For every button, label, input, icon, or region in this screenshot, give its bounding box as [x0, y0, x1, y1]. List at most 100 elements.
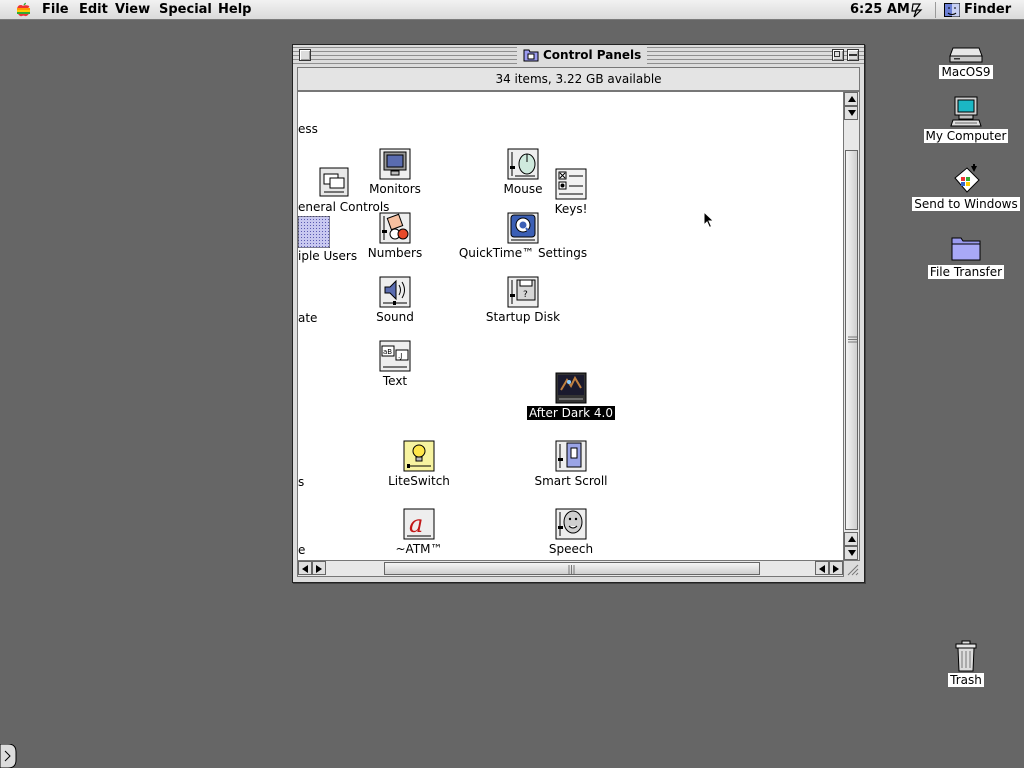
collapse-glyph: [849, 54, 857, 56]
control-panels-window: Control Panels 34 items, 3.22 GB availab…: [292, 44, 865, 583]
control-panel-numbers[interactable]: Numbers: [325, 212, 465, 260]
vertical-scrollbar[interactable]: [844, 91, 860, 561]
desktop-icon-label: MacOS9: [939, 65, 993, 79]
horizontal-scrollbar[interactable]: [297, 561, 844, 577]
atm-icon: a: [403, 508, 435, 540]
window-content-area[interactable]: ess eneral Controls iple Users ate s e M…: [297, 91, 844, 561]
smart-scroll-icon: [555, 440, 587, 472]
clipped-item-label[interactable]: e: [298, 543, 305, 557]
finder-icon[interactable]: [944, 3, 960, 17]
control-panel-after-dark[interactable]: After Dark 4.0: [501, 372, 641, 420]
svg-text:aB: aB: [383, 348, 392, 356]
trash-icon: [955, 640, 977, 672]
menu-view[interactable]: View: [115, 2, 150, 18]
window-titlebar[interactable]: Control Panels: [293, 45, 864, 65]
control-strip-tab-icon[interactable]: [0, 744, 20, 768]
desktop-icon-label: File Transfer: [927, 265, 1005, 279]
speech-icon: [555, 508, 587, 540]
after-dark-icon: [555, 372, 587, 404]
send-to-windows-icon: [954, 164, 980, 193]
application-menu[interactable]: Finder: [964, 2, 1011, 18]
clipped-item-label[interactable]: ate: [298, 311, 317, 325]
right-arrow-icon: [833, 565, 839, 573]
sound-icon: [379, 276, 411, 308]
desktop-icon-send-to-windows[interactable]: Send to Windows: [911, 164, 1021, 211]
svg-text:?: ?: [523, 290, 528, 300]
menu-bar: File Edit View Special Help 6:25 AM Find…: [0, 0, 1024, 20]
svg-text:.J: .J: [398, 352, 402, 360]
icon-label: Text: [382, 374, 408, 388]
mouse-cursor-icon: [703, 211, 715, 229]
grip-icon: [848, 336, 857, 343]
zoom-glyph: [834, 51, 840, 57]
control-panel-quicktime-settings[interactable]: QuickTime™ Settings: [453, 212, 593, 260]
icon-label: Monitors: [369, 182, 421, 196]
clipped-item-label[interactable]: ess: [298, 122, 318, 136]
zoom-box-button[interactable]: [832, 49, 844, 61]
scroll-left-button-right[interactable]: [815, 561, 829, 575]
desktop-icon-file-transfer[interactable]: File Transfer: [911, 232, 1021, 279]
scroll-up-button-bottom[interactable]: [844, 532, 858, 546]
desktop-icon-label: Send to Windows: [912, 197, 1020, 211]
clipped-item-label[interactable]: s: [298, 475, 304, 489]
window-title-text: Control Panels: [543, 48, 642, 62]
menu-clock[interactable]: 6:25 AM: [850, 2, 910, 18]
control-panel-atm[interactable]: a ~ATM™: [349, 508, 489, 556]
horizontal-scroll-thumb[interactable]: [384, 562, 760, 575]
hard-disk-icon: [949, 47, 983, 63]
scroll-right-button[interactable]: [829, 561, 843, 575]
close-box-button[interactable]: [299, 49, 311, 61]
icon-label: Speech: [548, 542, 594, 556]
icon-label: Startup Disk: [485, 310, 561, 324]
down-arrow-icon: [848, 550, 856, 556]
control-panel-smart-scroll[interactable]: Smart Scroll: [501, 440, 641, 488]
window-title: Control Panels: [517, 46, 648, 64]
scroll-right-button-left[interactable]: [312, 561, 326, 575]
monitors-icon: [379, 148, 411, 180]
folder-icon: [951, 237, 981, 261]
desktop-icon-trash[interactable]: Trash: [911, 640, 1021, 687]
desktop-icon-macos9[interactable]: MacOS9: [911, 38, 1021, 79]
control-panel-text[interactable]: aB .J Text: [325, 340, 465, 388]
right-arrow-icon: [316, 565, 322, 573]
icon-label: QuickTime™ Settings: [458, 246, 588, 260]
control-panel-startup-disk[interactable]: ? Startup Disk: [453, 276, 593, 324]
control-strip-icon[interactable]: [908, 2, 926, 18]
resize-box[interactable]: [844, 561, 860, 577]
scroll-left-button[interactable]: [298, 561, 312, 575]
apple-menu-icon[interactable]: [14, 2, 32, 18]
startup-disk-icon: ?: [507, 276, 539, 308]
scroll-down-button-top[interactable]: [844, 106, 858, 120]
text-icon: aB .J: [379, 340, 411, 372]
window-info-bar: 34 items, 3.22 GB available: [297, 67, 860, 91]
menu-separator: [935, 2, 936, 18]
quicktime-icon: [507, 212, 539, 244]
desktop-icon-label: Trash: [948, 673, 984, 687]
scroll-up-button[interactable]: [844, 92, 858, 106]
desktop-icon-label: My Computer: [923, 129, 1009, 143]
collapse-box-button[interactable]: [847, 49, 859, 61]
control-panel-liteswitch[interactable]: LiteSwitch: [349, 440, 489, 488]
menu-special[interactable]: Special: [159, 2, 212, 18]
scroll-down-button[interactable]: [844, 546, 858, 560]
up-arrow-icon: [848, 536, 856, 542]
menu-file[interactable]: File: [42, 2, 69, 18]
control-panels-folder-icon: [523, 49, 539, 62]
left-arrow-icon: [819, 565, 825, 573]
icon-label: After Dark 4.0: [526, 406, 615, 420]
keys-icon: [555, 168, 587, 200]
menu-help[interactable]: Help: [218, 2, 251, 18]
liteswitch-icon: [403, 440, 435, 472]
control-panel-sound[interactable]: Sound: [325, 276, 465, 324]
control-panel-speech[interactable]: Speech: [501, 508, 641, 556]
control-panel-monitors[interactable]: Monitors: [325, 148, 465, 196]
down-arrow-icon: [848, 110, 856, 116]
icon-label: ~ATM™: [395, 542, 443, 556]
vertical-scroll-thumb[interactable]: [845, 150, 858, 530]
desktop-icon-my-computer[interactable]: My Computer: [911, 96, 1021, 143]
menu-edit[interactable]: Edit: [79, 2, 108, 18]
control-panel-keys[interactable]: Keys!: [501, 168, 641, 216]
numbers-icon: [379, 212, 411, 244]
icon-label: Sound: [376, 310, 414, 324]
resize-grip-icon: [847, 564, 859, 576]
